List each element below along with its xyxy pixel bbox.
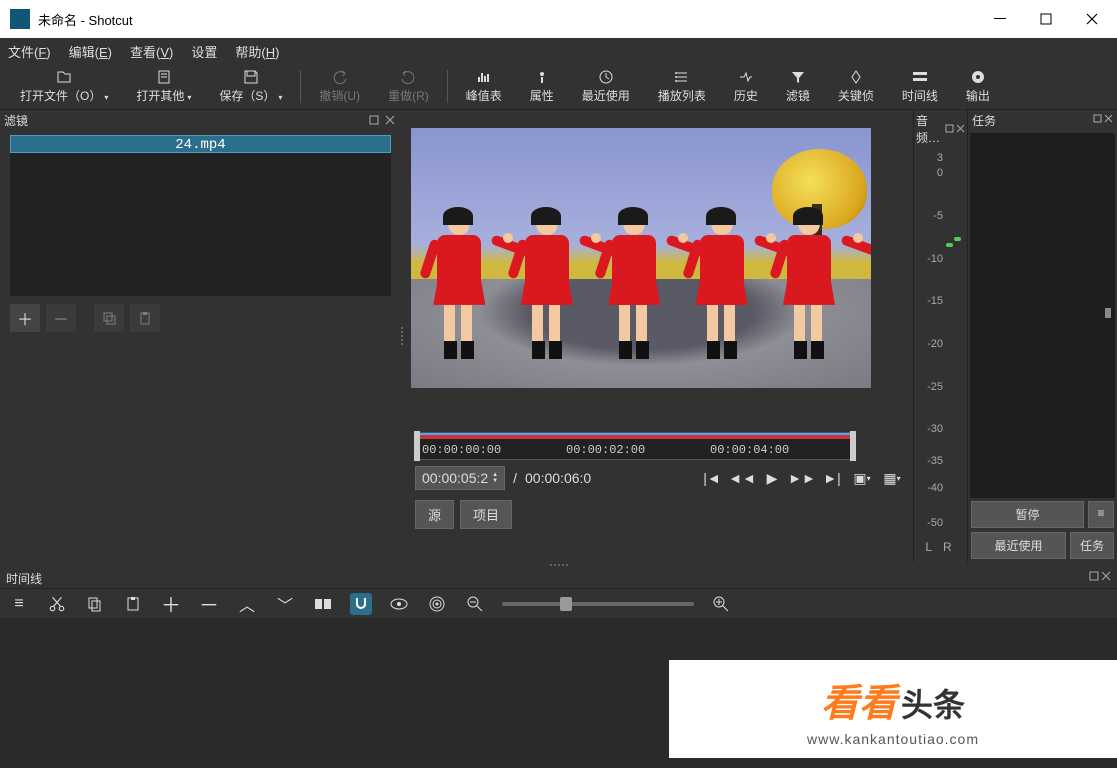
- maximize-button[interactable]: [1023, 4, 1069, 34]
- open-file-button[interactable]: 打开文件（O）: [6, 64, 122, 109]
- zoom-fit-button[interactable]: ▣▾: [853, 470, 871, 486]
- zoom-in-button[interactable]: [710, 593, 732, 615]
- out-marker-icon[interactable]: [850, 431, 856, 461]
- remove-filter-button[interactable]: －: [46, 304, 76, 332]
- menu-edit[interactable]: 编辑(E): [69, 42, 112, 61]
- timeline-toolbar: ≡ ＋ － ︿ ﹀: [0, 588, 1117, 618]
- paste-button[interactable]: [122, 593, 144, 615]
- tasks-panel: 任务 暂停 ≡ 最近使用 任务: [967, 110, 1117, 562]
- panel-float-icon[interactable]: [1093, 112, 1102, 129]
- snap-button[interactable]: [350, 593, 372, 615]
- audio-scale: 3 0 -5 -10 -15 -20 -25 -30 -35 -40 -50: [914, 148, 967, 536]
- filters-panel: 滤镜 24.mp4 ＋ －: [0, 110, 401, 562]
- keyframes-button[interactable]: 关键侦: [824, 64, 888, 109]
- position-timecode[interactable]: 00:00:05:2▲▼: [415, 466, 505, 490]
- timeline-menu-button[interactable]: ≡: [8, 593, 30, 615]
- zoom-slider[interactable]: [502, 602, 694, 606]
- export-button[interactable]: 输出: [952, 64, 1004, 109]
- filter-source-file[interactable]: 24.mp4: [10, 135, 391, 153]
- save-button[interactable]: 保存（S）: [205, 64, 296, 109]
- lift-button[interactable]: ︿: [236, 593, 258, 615]
- redo-button[interactable]: 重做(R): [374, 64, 443, 109]
- recent-tab[interactable]: 最近使用: [971, 532, 1066, 559]
- player-scrubber[interactable]: 00:00:00:00 00:00:02:00 00:00:04:00: [415, 432, 855, 460]
- audio-lr-label: L R: [914, 536, 967, 562]
- watermark-logo: 看看: [821, 672, 897, 727]
- filters-button[interactable]: 滤镜: [772, 64, 824, 109]
- playlist-button[interactable]: 播放列表: [644, 64, 720, 109]
- timeline-button[interactable]: 时间线: [888, 64, 952, 109]
- panel-close-icon[interactable]: [1104, 112, 1113, 129]
- open-other-button[interactable]: 打开其他: [122, 64, 205, 109]
- app-logo-icon: [10, 9, 30, 29]
- audio-panel-title: 音频…: [916, 112, 945, 146]
- peak-meter-button[interactable]: 峰值表: [452, 64, 516, 109]
- tasks-list: [970, 133, 1115, 498]
- timeline-panel-title: 时间线: [6, 570, 42, 586]
- panel-close-icon[interactable]: [1101, 570, 1111, 586]
- menu-help[interactable]: 帮助(H): [235, 42, 279, 61]
- zoom-slider-handle[interactable]: [560, 597, 572, 611]
- menu-settings[interactable]: 设置: [191, 42, 217, 61]
- history-button[interactable]: 历史: [720, 64, 772, 109]
- filters-panel-title: 滤镜: [4, 112, 28, 129]
- watermark-url: www.kankantoutiao.com: [807, 731, 979, 747]
- panel-close-icon[interactable]: [383, 113, 397, 127]
- menu-file[interactable]: 文件(F): [8, 42, 51, 61]
- menu-view[interactable]: 查看(V): [130, 42, 173, 61]
- tasks-panel-title: 任务: [972, 112, 996, 129]
- watermark: 看看 头条 www.kankantoutiao.com: [669, 660, 1117, 758]
- copy-filter-button[interactable]: [94, 304, 124, 332]
- overwrite-button[interactable]: ﹀: [274, 593, 296, 615]
- timecode-spinner[interactable]: ▲▼: [492, 472, 498, 484]
- tasks-tab[interactable]: 任务: [1070, 532, 1114, 559]
- duration-timecode: 00:00:06:0: [525, 470, 591, 486]
- copy-button[interactable]: [84, 593, 106, 615]
- video-preview[interactable]: [411, 128, 871, 388]
- tasks-menu-button[interactable]: ≡: [1088, 501, 1114, 528]
- preview-area: 00:00:00:00 00:00:02:00 00:00:04:00 00:0…: [401, 110, 913, 562]
- window-title: 未命名 - Shotcut: [38, 10, 977, 29]
- panel-close-icon[interactable]: [956, 122, 965, 136]
- cut-button[interactable]: [46, 593, 68, 615]
- append-button[interactable]: ＋: [160, 593, 182, 615]
- grid-toggle-button[interactable]: ▦▾: [883, 470, 901, 486]
- undo-button[interactable]: 撤销(U): [305, 64, 374, 109]
- filter-list: [10, 153, 391, 296]
- add-filter-button[interactable]: ＋: [10, 304, 40, 332]
- project-tab[interactable]: 项目: [460, 500, 512, 529]
- ripple-button[interactable]: [426, 593, 448, 615]
- split-button[interactable]: [312, 593, 334, 615]
- scrub-audio-button[interactable]: [388, 593, 410, 615]
- audio-meter-panel: 音频… 3 0 -5 -10 -15 -20 -25 -30 -35 -40 -…: [913, 110, 967, 562]
- remove-button[interactable]: －: [198, 593, 220, 615]
- source-tab[interactable]: 源: [415, 500, 454, 529]
- play-button[interactable]: ▶: [763, 470, 781, 486]
- properties-button[interactable]: 属性: [516, 64, 568, 109]
- titlebar: 未命名 - Shotcut: [0, 0, 1117, 38]
- minimize-button[interactable]: [977, 4, 1023, 34]
- rewind-button[interactable]: ◄◄: [733, 470, 751, 486]
- splitter-handle[interactable]: [401, 110, 407, 562]
- panel-float-icon[interactable]: [1089, 570, 1099, 586]
- paste-filter-button[interactable]: [130, 304, 160, 332]
- panel-float-icon[interactable]: [945, 122, 954, 136]
- close-button[interactable]: [1069, 4, 1115, 34]
- skip-start-button[interactable]: |◄: [703, 470, 721, 486]
- skip-end-button[interactable]: ►|: [823, 470, 841, 486]
- main-toolbar: 打开文件（O） 打开其他 保存（S） 撤销(U) 重做(R) 峰值表 属性 最近…: [0, 64, 1117, 110]
- recent-button[interactable]: 最近使用: [568, 64, 644, 109]
- pause-button[interactable]: 暂停: [971, 501, 1084, 528]
- fast-forward-button[interactable]: ►►: [793, 470, 811, 486]
- panel-float-icon[interactable]: [367, 113, 381, 127]
- zoom-out-button[interactable]: [464, 593, 486, 615]
- menubar: 文件(F) 编辑(E) 查看(V) 设置 帮助(H): [0, 38, 1117, 64]
